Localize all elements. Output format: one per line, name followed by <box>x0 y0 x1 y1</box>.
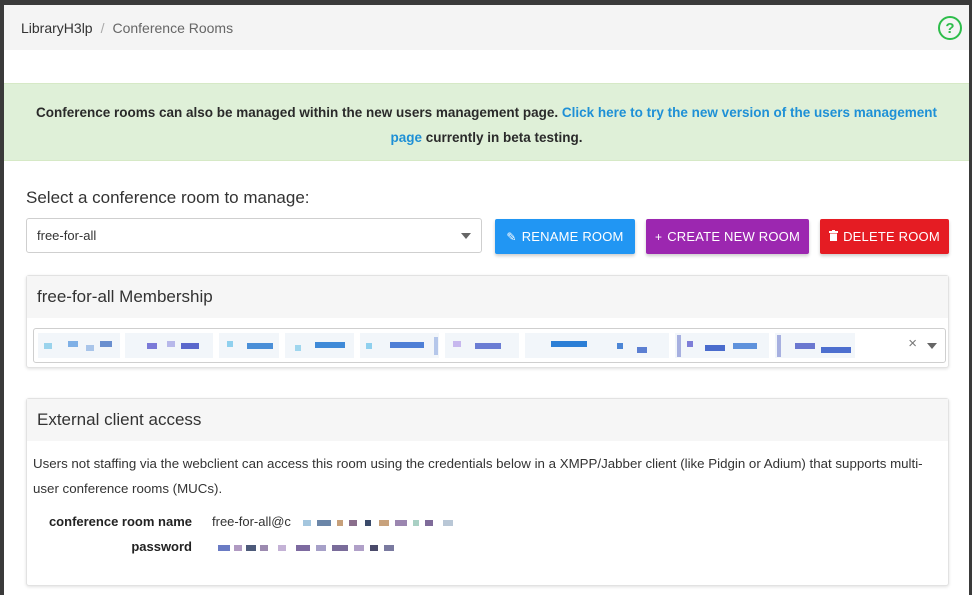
membership-panel: free-for-all Membership × <box>26 275 949 368</box>
chevron-down-icon[interactable] <box>927 343 937 349</box>
breadcrumb-current: Conference Rooms <box>112 19 234 36</box>
delete-room-label: DELETE ROOM <box>843 229 940 244</box>
room-name-label: conference room name <box>48 514 192 529</box>
room-name-value: free-for-all@c <box>212 514 465 529</box>
member-tag[interactable] <box>595 333 669 358</box>
chevron-down-icon[interactable] <box>461 233 471 239</box>
room-select-label: Select a conference room to manage: <box>26 188 310 207</box>
pencil-icon: ✎ <box>506 229 517 244</box>
membership-title: free-for-all Membership <box>27 276 948 318</box>
member-tag[interactable] <box>219 333 279 358</box>
breadcrumb-root[interactable]: LibraryH3lp <box>21 20 93 36</box>
room-select-value: free-for-all <box>37 228 97 243</box>
member-tag[interactable] <box>38 333 120 358</box>
room-select[interactable]: free-for-all <box>26 218 482 253</box>
member-tag[interactable] <box>675 333 769 358</box>
redacted-text <box>295 518 465 528</box>
room-name-text: free-for-all@c <box>212 514 291 529</box>
delete-room-button[interactable]: DELETE ROOM <box>820 219 949 254</box>
alert-text: Conference rooms can also be managed wit… <box>35 105 559 120</box>
redacted-password <box>212 543 402 553</box>
external-access-title: External client access <box>27 399 948 441</box>
rename-room-label: RENAME ROOM <box>521 229 624 244</box>
member-tag[interactable] <box>360 333 439 358</box>
beta-notice-alert: Conference rooms can also be managed wit… <box>4 83 969 161</box>
create-room-button[interactable]: + CREATE NEW ROOM <box>646 219 809 254</box>
password-row: password <box>27 539 402 554</box>
external-access-description: Users not staffing via the webclient can… <box>33 456 923 496</box>
breadcrumb: LibraryH3lp / Conference Rooms ? <box>4 5 969 50</box>
rename-room-button[interactable]: ✎ RENAME ROOM <box>495 219 635 254</box>
member-tag[interactable] <box>775 333 855 358</box>
password-value <box>212 539 402 554</box>
member-tag[interactable] <box>285 333 354 358</box>
room-name-row: conference room name free-for-all@c <box>27 514 465 529</box>
member-tag[interactable] <box>125 333 213 358</box>
external-access-panel: External client access Users not staffin… <box>26 398 949 586</box>
window-frame: LibraryH3lp / Conference Rooms ? Confere… <box>0 0 972 595</box>
breadcrumb-separator: / <box>100 19 105 36</box>
member-multiselect[interactable]: × <box>33 328 946 363</box>
help-icon[interactable]: ? <box>938 16 962 40</box>
create-room-label: CREATE NEW ROOM <box>667 229 800 244</box>
clear-icon[interactable]: × <box>908 335 917 352</box>
password-label: password <box>131 539 192 554</box>
trash-icon <box>829 229 839 244</box>
member-tag[interactable] <box>445 333 519 358</box>
member-tag[interactable] <box>525 333 595 358</box>
plus-icon: + <box>655 229 663 244</box>
alert-text-after: currently in beta testing. <box>425 130 583 145</box>
